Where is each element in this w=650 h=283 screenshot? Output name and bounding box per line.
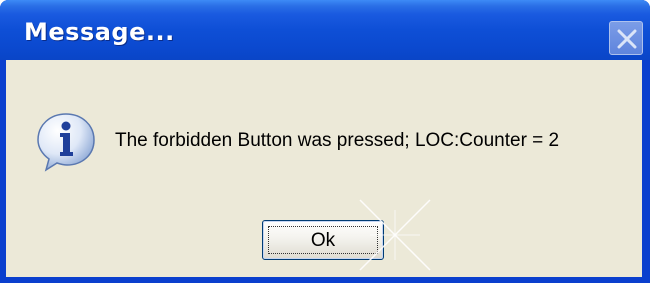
window-title: Message...	[24, 18, 175, 46]
ok-button[interactable]: Ok	[262, 220, 384, 260]
ok-button-label: Ok	[310, 230, 336, 251]
message-dialog: Message... The forbidden Button was pres…	[0, 0, 650, 283]
close-button[interactable]	[609, 21, 643, 55]
title-bar[interactable]: Message...	[0, 0, 650, 60]
info-icon	[37, 113, 95, 172]
close-icon	[617, 29, 637, 49]
message-text: The forbidden Button was pressed; LOC:Co…	[115, 130, 560, 151]
